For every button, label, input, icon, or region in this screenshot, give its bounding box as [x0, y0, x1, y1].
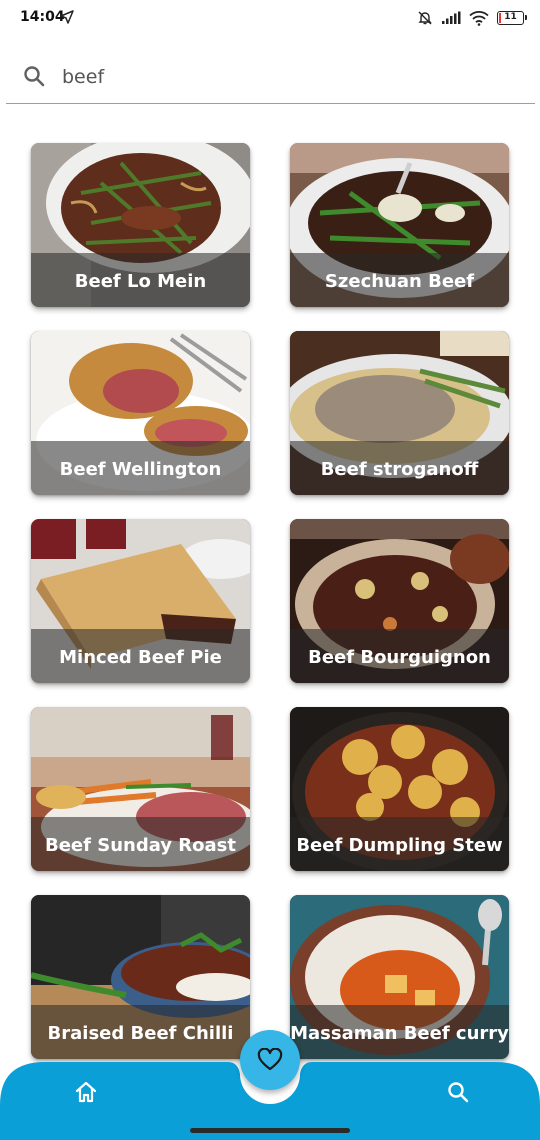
navigation-arrow-icon — [60, 10, 74, 24]
recipe-title: Braised Beef Chilli — [31, 1005, 250, 1059]
recipe-card-beef-wellington[interactable]: Beef Wellington — [31, 331, 250, 495]
recipe-card-beef-bourguignon[interactable]: Beef Bourguignon — [290, 519, 509, 683]
recipe-title: Massaman Beef curry — [290, 1005, 509, 1059]
wifi-icon — [469, 11, 489, 26]
recipe-title: Minced Beef Pie — [31, 629, 250, 683]
recipe-title: Beef Lo Mein — [31, 253, 250, 307]
battery-level: 11 — [504, 12, 517, 22]
status-bar: 14:04 11 — [0, 0, 540, 36]
heart-icon — [257, 1048, 283, 1071]
battery-icon: 11 — [497, 11, 527, 25]
recipe-title: Beef Dumpling Stew — [290, 817, 509, 871]
recipe-card-massaman-beef-curry[interactable]: Massaman Beef curry — [290, 895, 509, 1059]
recipe-card-beef-sunday-roast[interactable]: Beef Sunday Roast — [31, 707, 250, 871]
status-time: 14:04 — [20, 9, 65, 25]
silent-bell-icon — [418, 11, 432, 25]
recipe-title: Beef Wellington — [31, 441, 250, 495]
recipe-title: Szechuan Beef — [290, 253, 509, 307]
recipe-title: Beef stroganoff — [290, 441, 509, 495]
signal-icon — [442, 11, 461, 24]
recipe-title: Beef Bourguignon — [290, 629, 509, 683]
home-icon[interactable] — [72, 1078, 100, 1106]
recipe-title: Beef Sunday Roast — [31, 817, 250, 871]
recipe-card-beef-dumpling-stew[interactable]: Beef Dumpling Stew — [290, 707, 509, 871]
favorites-button[interactable] — [240, 1030, 300, 1090]
search-icon — [24, 66, 45, 87]
search-input[interactable] — [62, 62, 502, 92]
recipe-card-beef-lo-mein[interactable]: Beef Lo Mein — [31, 143, 250, 307]
recipe-grid: Beef Lo Mein Szechuan Beef Beef Wellingt… — [31, 143, 510, 1063]
search-bar[interactable] — [6, 52, 535, 104]
recipe-card-szechuan-beef[interactable]: Szechuan Beef — [290, 143, 509, 307]
recipe-card-minced-beef-pie[interactable]: Minced Beef Pie — [31, 519, 250, 683]
gesture-bar[interactable] — [190, 1128, 350, 1133]
search-icon[interactable] — [444, 1078, 472, 1106]
recipe-card-beef-stroganoff[interactable]: Beef stroganoff — [290, 331, 509, 495]
recipe-card-braised-beef-chilli[interactable]: Braised Beef Chilli — [31, 895, 250, 1059]
